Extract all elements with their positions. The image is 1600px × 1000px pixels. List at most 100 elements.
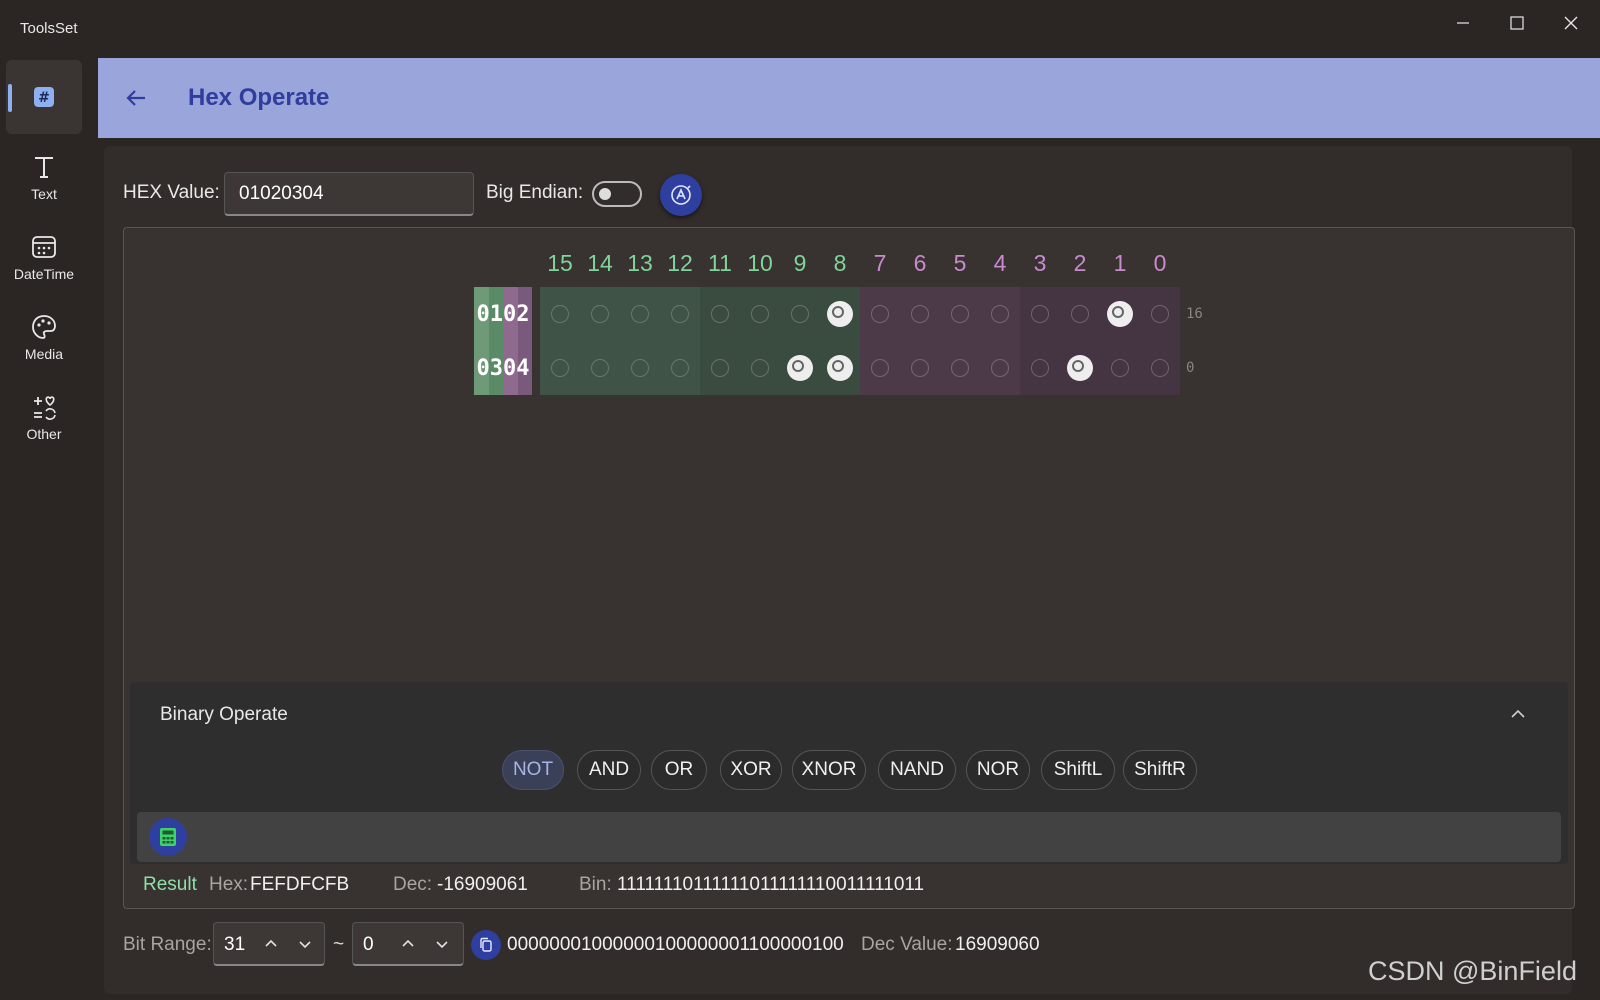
dec-value: 16909060 bbox=[955, 934, 1040, 955]
bit-header: 6 bbox=[913, 250, 927, 276]
watermark: CSDN @BinField bbox=[1368, 956, 1577, 986]
bit-header: 5 bbox=[953, 250, 967, 276]
bit-toggle-off[interactable] bbox=[551, 305, 569, 323]
bit-toggle-off[interactable] bbox=[991, 359, 1009, 377]
op-button-nand[interactable]: NAND bbox=[878, 750, 956, 790]
bit-range-to-value[interactable]: 0 bbox=[363, 934, 374, 956]
nav-item-hex[interactable]: # bbox=[6, 60, 82, 134]
toggle-knob bbox=[599, 188, 611, 200]
bit-toggle-off[interactable] bbox=[551, 359, 569, 377]
bit-toggle-off[interactable] bbox=[791, 305, 809, 323]
bit-range-to[interactable]: 0 bbox=[352, 922, 464, 966]
bit-toggle-off[interactable] bbox=[671, 359, 689, 377]
nav-item-text[interactable]: Text bbox=[6, 140, 82, 214]
hex-value-label: HEX Value: bbox=[123, 182, 220, 203]
big-endian-toggle[interactable] bbox=[592, 181, 642, 207]
bit-toggle-off[interactable] bbox=[951, 359, 969, 377]
bit-toggle-off[interactable] bbox=[1031, 359, 1049, 377]
op-button-shiftl[interactable]: ShiftL bbox=[1041, 750, 1115, 790]
bit-toggle-off[interactable] bbox=[591, 305, 609, 323]
bit-toggle-off[interactable] bbox=[751, 305, 769, 323]
nav-item-media[interactable]: Media bbox=[6, 300, 82, 374]
bit-header: 14 bbox=[587, 250, 613, 276]
bit-toggle-off[interactable] bbox=[1111, 359, 1129, 377]
bit-toggle-off[interactable] bbox=[711, 305, 729, 323]
bit-toggle-off[interactable] bbox=[671, 305, 689, 323]
bit-toggle-off[interactable] bbox=[871, 305, 889, 323]
bit-toggle-off[interactable] bbox=[951, 305, 969, 323]
copy-button[interactable] bbox=[471, 930, 501, 960]
back-button[interactable] bbox=[120, 82, 152, 114]
nav-item-other[interactable]: Other bbox=[6, 380, 82, 454]
bit-toggle-off[interactable] bbox=[871, 359, 889, 377]
copy-icon bbox=[480, 937, 492, 952]
bit-range-from-value[interactable]: 31 bbox=[224, 934, 245, 956]
nav-label-media: Media bbox=[24, 346, 64, 362]
row-label: 0102 bbox=[476, 301, 530, 327]
bit-toggle-on[interactable] bbox=[787, 355, 813, 381]
op-button-xnor[interactable]: XNOR bbox=[792, 750, 866, 790]
op-button-and[interactable]: AND bbox=[577, 750, 641, 790]
bit-range-from[interactable]: 31 bbox=[213, 922, 325, 966]
op-button-not[interactable]: NOT bbox=[502, 750, 564, 790]
result-hex-value: FEFDFCFB bbox=[250, 874, 350, 895]
op-button-nor[interactable]: NOR bbox=[966, 750, 1030, 790]
bit-toggle-off[interactable] bbox=[911, 359, 929, 377]
auto-format-button[interactable] bbox=[660, 174, 702, 216]
bit-toggle-on[interactable] bbox=[1067, 355, 1093, 381]
chevron-up-icon[interactable] bbox=[399, 935, 417, 953]
bit-toggle-off[interactable] bbox=[631, 305, 649, 323]
bit-range-label: Bit Range: bbox=[123, 934, 212, 955]
svg-text:#: # bbox=[38, 90, 50, 106]
bit-toggle-on[interactable] bbox=[827, 355, 853, 381]
bit-toggle-off[interactable] bbox=[591, 359, 609, 377]
page-header: Hex Operate bbox=[98, 58, 1600, 138]
op-button-or[interactable]: OR bbox=[651, 750, 707, 790]
bit-header: 15 bbox=[547, 250, 573, 276]
auto-icon bbox=[671, 185, 691, 205]
bit-header: 1 bbox=[1113, 250, 1127, 276]
text-icon bbox=[29, 152, 59, 182]
bit-header: 2 bbox=[1073, 250, 1087, 276]
nibble-band bbox=[1020, 287, 1180, 395]
bit-toggle-on[interactable] bbox=[827, 301, 853, 327]
chevron-up-icon[interactable] bbox=[1508, 704, 1528, 724]
bit-toggle-off[interactable] bbox=[751, 359, 769, 377]
hex-value-input[interactable] bbox=[224, 172, 474, 216]
active-indicator bbox=[8, 84, 12, 112]
result-label: Result bbox=[143, 874, 197, 895]
maximize-button[interactable] bbox=[1494, 6, 1540, 40]
close-button[interactable] bbox=[1548, 6, 1594, 40]
back-arrow-icon bbox=[126, 90, 145, 106]
bit-toggle-off[interactable] bbox=[911, 305, 929, 323]
chevron-up-icon[interactable] bbox=[262, 935, 280, 953]
hash-icon: # bbox=[29, 82, 59, 112]
bit-toggle-off[interactable] bbox=[631, 359, 649, 377]
chevron-down-icon[interactable] bbox=[433, 935, 451, 953]
nav-item-datetime[interactable]: DateTime bbox=[6, 220, 82, 294]
bit-toggle-off[interactable] bbox=[1151, 359, 1169, 377]
calculate-button[interactable] bbox=[149, 818, 187, 856]
palette-icon bbox=[29, 312, 59, 342]
nav-label-datetime: DateTime bbox=[13, 266, 75, 282]
chevron-down-icon[interactable] bbox=[296, 935, 314, 953]
bit-header: 12 bbox=[667, 250, 693, 276]
row-label: 0304 bbox=[476, 355, 530, 381]
calendar-icon bbox=[29, 232, 59, 262]
op-button-xor[interactable]: XOR bbox=[720, 750, 782, 790]
op-button-shiftr[interactable]: ShiftR bbox=[1123, 750, 1197, 790]
close-icon bbox=[1564, 16, 1578, 30]
nibble-band bbox=[860, 287, 1020, 395]
binary-operate-title: Binary Operate bbox=[160, 704, 288, 725]
minimize-button[interactable] bbox=[1440, 6, 1486, 40]
bit-toggle-off[interactable] bbox=[711, 359, 729, 377]
calculator-icon bbox=[160, 828, 176, 846]
app-title: ToolsSet bbox=[20, 20, 78, 37]
result-bin-value: 11111110111111011111110011111011 bbox=[617, 874, 925, 895]
bit-toggle-off[interactable] bbox=[991, 305, 1009, 323]
bit-header: 11 bbox=[708, 250, 732, 276]
bit-toggle-off[interactable] bbox=[1031, 305, 1049, 323]
bit-toggle-off[interactable] bbox=[1151, 305, 1169, 323]
bit-toggle-off[interactable] bbox=[1071, 305, 1089, 323]
bit-toggle-on[interactable] bbox=[1107, 301, 1133, 327]
